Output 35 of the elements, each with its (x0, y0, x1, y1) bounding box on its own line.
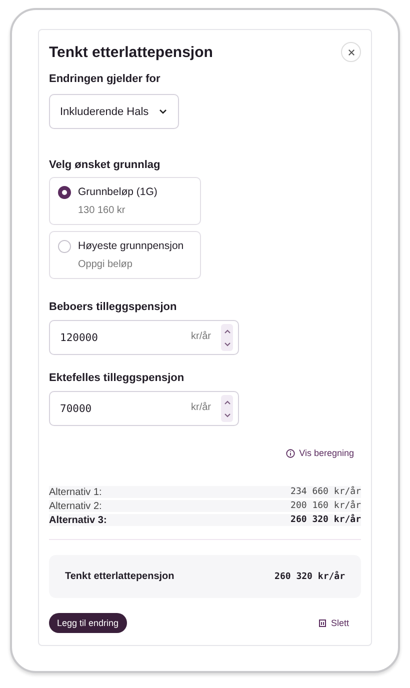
show-calculation-link[interactable]: Vis beregning (286, 448, 354, 458)
alternative-label: Alternativ 3: (49, 514, 107, 526)
close-icon (348, 48, 354, 56)
field-label: Endringen gjelder for (49, 73, 162, 85)
delete-button[interactable]: Slett (312, 617, 355, 629)
alternative-value: 234 660 kr/år (290, 487, 361, 497)
alternative-label: Alternativ 2: (49, 500, 102, 512)
alternative-label: Alternativ 1: (49, 486, 102, 498)
person-select[interactable]: Inkluderende Hals (49, 94, 179, 129)
option-label: Høyeste grunnpensjon (78, 240, 185, 252)
summary-value: 260 320 kr/år (274, 572, 345, 582)
option-sublabel: 130 160 kr (78, 205, 126, 216)
field-label: Ektefelles tilleggspensjon (49, 372, 186, 384)
option-sublabel: Oppgi beløp (78, 259, 134, 270)
stepper-control[interactable] (221, 395, 233, 422)
chevron-down-icon (158, 109, 167, 114)
radio-button[interactable] (58, 186, 71, 199)
trash-icon (318, 619, 326, 627)
dialog-title: Tenkt etterlattepensjon (49, 44, 213, 60)
unit-label: kr/år (191, 331, 211, 342)
alternative-value: 200 160 kr/år (290, 501, 361, 511)
field-label: Beboers tilleggspensjon (49, 301, 178, 313)
radio-option[interactable]: Grunnbeløp (1G) 130 160 kr (49, 177, 201, 225)
unit-label: kr/år (191, 402, 211, 413)
close-button[interactable] (341, 42, 361, 62)
option-label: Grunnbeløp (1G) (78, 186, 158, 198)
summary-label: Tenkt etterlattepensjon (65, 571, 174, 582)
field-label: Velg ønsket grunnlag (49, 159, 162, 171)
info-icon (286, 448, 296, 458)
alternative-value: 260 320 kr/år (290, 515, 361, 525)
stepper-control[interactable] (221, 324, 233, 351)
stepper-arrows-icon (224, 328, 230, 348)
add-change-button[interactable]: Legg til endring (49, 613, 127, 633)
stepper-arrows-icon (224, 398, 230, 418)
radio-option[interactable]: Høyeste grunnpensjon Oppgi beløp (49, 231, 201, 279)
